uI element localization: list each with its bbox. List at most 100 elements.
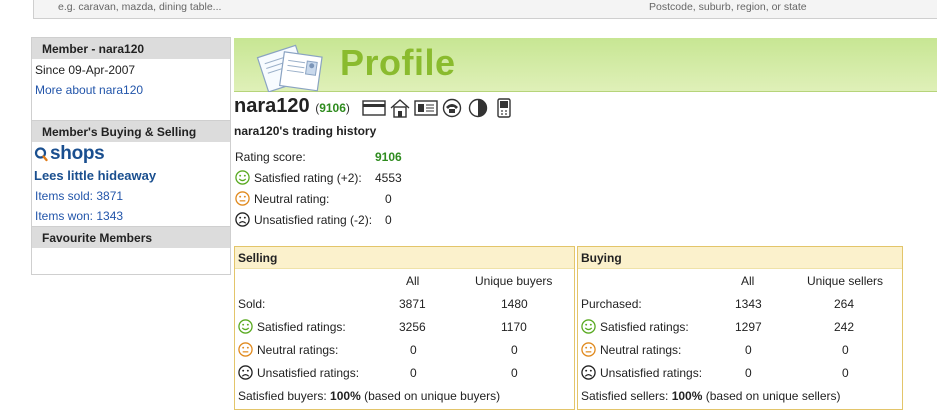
- id-card-icon: [414, 98, 438, 118]
- phone-icon: [440, 98, 464, 118]
- neutral-rating-row: Neutral rating:: [235, 191, 329, 206]
- satisfied-unique: 1170: [501, 320, 527, 334]
- satisfied-unique: 242: [834, 320, 855, 334]
- neutral-unique: 0: [842, 343, 849, 357]
- half-circle-icon: [466, 98, 490, 118]
- row-label: Unsatisfied ratings:: [257, 365, 360, 380]
- unsatisfied-label: Unsatisfied ratings:: [581, 365, 702, 380]
- score-value: 9106: [319, 101, 346, 115]
- keyword-search-input[interactable]: e.g. caravan, mazda, dining table...: [58, 1, 221, 13]
- unsatisfied-label: Unsatisfied ratings:: [238, 365, 359, 380]
- rating-value: 0: [385, 192, 392, 206]
- store-name-link[interactable]: Lees little hideaway: [32, 168, 230, 183]
- member-since: Since 09-Apr-2007: [35, 63, 136, 77]
- selling-panel: Selling All Unique buyers Sold: 3871 148…: [234, 246, 575, 410]
- rating-score-row: Rating score:: [235, 150, 306, 164]
- satisfied-label: Satisfied ratings:: [581, 319, 689, 334]
- member-heading: Member - nara120: [32, 37, 230, 59]
- member-verification-icons: [362, 98, 516, 118]
- credit-card-icon: [362, 98, 386, 118]
- sold-all: 3871: [399, 297, 426, 311]
- rating-value: 4553: [375, 171, 402, 185]
- row-label: Sold:: [238, 297, 266, 311]
- neutral-face-icon: [581, 342, 596, 357]
- unsatisfied-unique: 0: [842, 366, 849, 380]
- search-bar: e.g. caravan, mazda, dining table... Pos…: [33, 0, 937, 19]
- rating-value: 0: [385, 213, 392, 227]
- row-label: Purchased:: [581, 297, 642, 311]
- summary-suffix: (based on unique sellers): [702, 389, 841, 403]
- satisfied-label: Satisfied ratings:: [238, 319, 346, 334]
- happy-face-icon: [581, 319, 596, 334]
- satisfied-buyers-summary: Satisfied buyers: 100% (based on unique …: [238, 389, 500, 403]
- satisfied-sellers-summary: Satisfied sellers: 100% (based on unique…: [581, 389, 841, 403]
- neutral-label: Neutral ratings:: [238, 342, 338, 357]
- col-all: All: [741, 274, 755, 288]
- selling-heading: Selling: [235, 247, 574, 269]
- summary-percent: 100%: [671, 389, 703, 403]
- purchased-unique: 264: [834, 297, 855, 311]
- unsatisfied-rating-row: Unsatisfied rating (-2):: [235, 212, 372, 227]
- neutral-face-icon: [235, 191, 250, 206]
- neutral-face-icon: [238, 342, 253, 357]
- rating-label: Neutral rating:: [254, 191, 330, 206]
- summary-percent: 100%: [330, 389, 361, 403]
- sad-face-icon: [235, 212, 250, 227]
- favourite-members-heading: Favourite Members: [32, 226, 230, 248]
- col-unique-sellers: Unique sellers: [807, 274, 884, 288]
- happy-face-icon: [235, 170, 250, 185]
- shops-logo-text: shops: [50, 143, 105, 164]
- row-label: Neutral ratings:: [257, 342, 339, 357]
- rating-label: Unsatisfied rating (-2):: [254, 212, 373, 227]
- home-icon: [388, 98, 412, 118]
- trading-history-title: nara120's trading history: [234, 124, 377, 138]
- username: nara120: [234, 95, 310, 117]
- rating-value: 9106: [375, 150, 402, 164]
- row-label: Unsatisfied ratings:: [600, 365, 703, 380]
- neutral-label: Neutral ratings:: [581, 342, 681, 357]
- satisfied-rating-row: Satisfied rating (+2):: [235, 170, 362, 185]
- sold-label: Sold:: [238, 297, 265, 311]
- mobile-icon: [492, 98, 516, 118]
- location-search-input[interactable]: Postcode, suburb, region, or state: [649, 1, 807, 13]
- rating-label: Rating score:: [235, 150, 306, 164]
- username-heading: nara120 (9106): [234, 95, 350, 118]
- neutral-all: 0: [745, 343, 752, 357]
- satisfied-all: 1297: [735, 320, 762, 334]
- summary-prefix: Satisfied sellers:: [581, 389, 672, 403]
- neutral-unique: 0: [511, 343, 518, 357]
- row-label: Satisfied ratings:: [257, 319, 346, 334]
- row-label: Neutral ratings:: [600, 342, 682, 357]
- rating-score-badge[interactable]: (9106): [315, 101, 350, 115]
- sad-face-icon: [581, 365, 596, 380]
- score-close-paren: ): [345, 101, 350, 115]
- profile-documents-icon: [256, 44, 323, 92]
- buying-heading: Buying: [578, 247, 902, 269]
- unsatisfied-unique: 0: [511, 366, 518, 380]
- more-about-link[interactable]: More about nara120: [32, 83, 230, 97]
- items-sold-link[interactable]: Items sold: 3871: [32, 189, 230, 203]
- col-unique-buyers: Unique buyers: [475, 274, 553, 288]
- member-sidebar: Member - nara120 Since 09-Apr-2007 More …: [31, 37, 231, 275]
- shops-magnifier-icon: [34, 147, 48, 162]
- neutral-all: 0: [410, 343, 417, 357]
- col-all: All: [406, 274, 420, 288]
- happy-face-icon: [238, 319, 253, 334]
- buying-panel: Buying All Unique sellers Purchased: 134…: [577, 246, 903, 410]
- profile-banner: Profile: [234, 38, 937, 92]
- summary-prefix: Satisfied buyers:: [238, 389, 331, 403]
- buying-selling-heading: Member's Buying & Selling: [32, 120, 230, 142]
- sad-face-icon: [238, 365, 253, 380]
- rating-label: Satisfied rating (+2):: [254, 170, 362, 185]
- unsatisfied-all: 0: [410, 366, 417, 380]
- summary-suffix: (based on unique buyers): [360, 389, 501, 403]
- row-label: Satisfied ratings:: [600, 319, 689, 334]
- unsatisfied-all: 0: [745, 366, 752, 380]
- purchased-all: 1343: [735, 297, 762, 311]
- satisfied-all: 3256: [399, 320, 426, 334]
- shops-logo[interactable]: shops: [32, 142, 230, 166]
- items-won-link[interactable]: Items won: 1343: [32, 209, 230, 223]
- sold-unique: 1480: [501, 297, 528, 311]
- profile-title: Profile: [340, 42, 456, 83]
- purchased-label: Purchased:: [581, 297, 642, 311]
